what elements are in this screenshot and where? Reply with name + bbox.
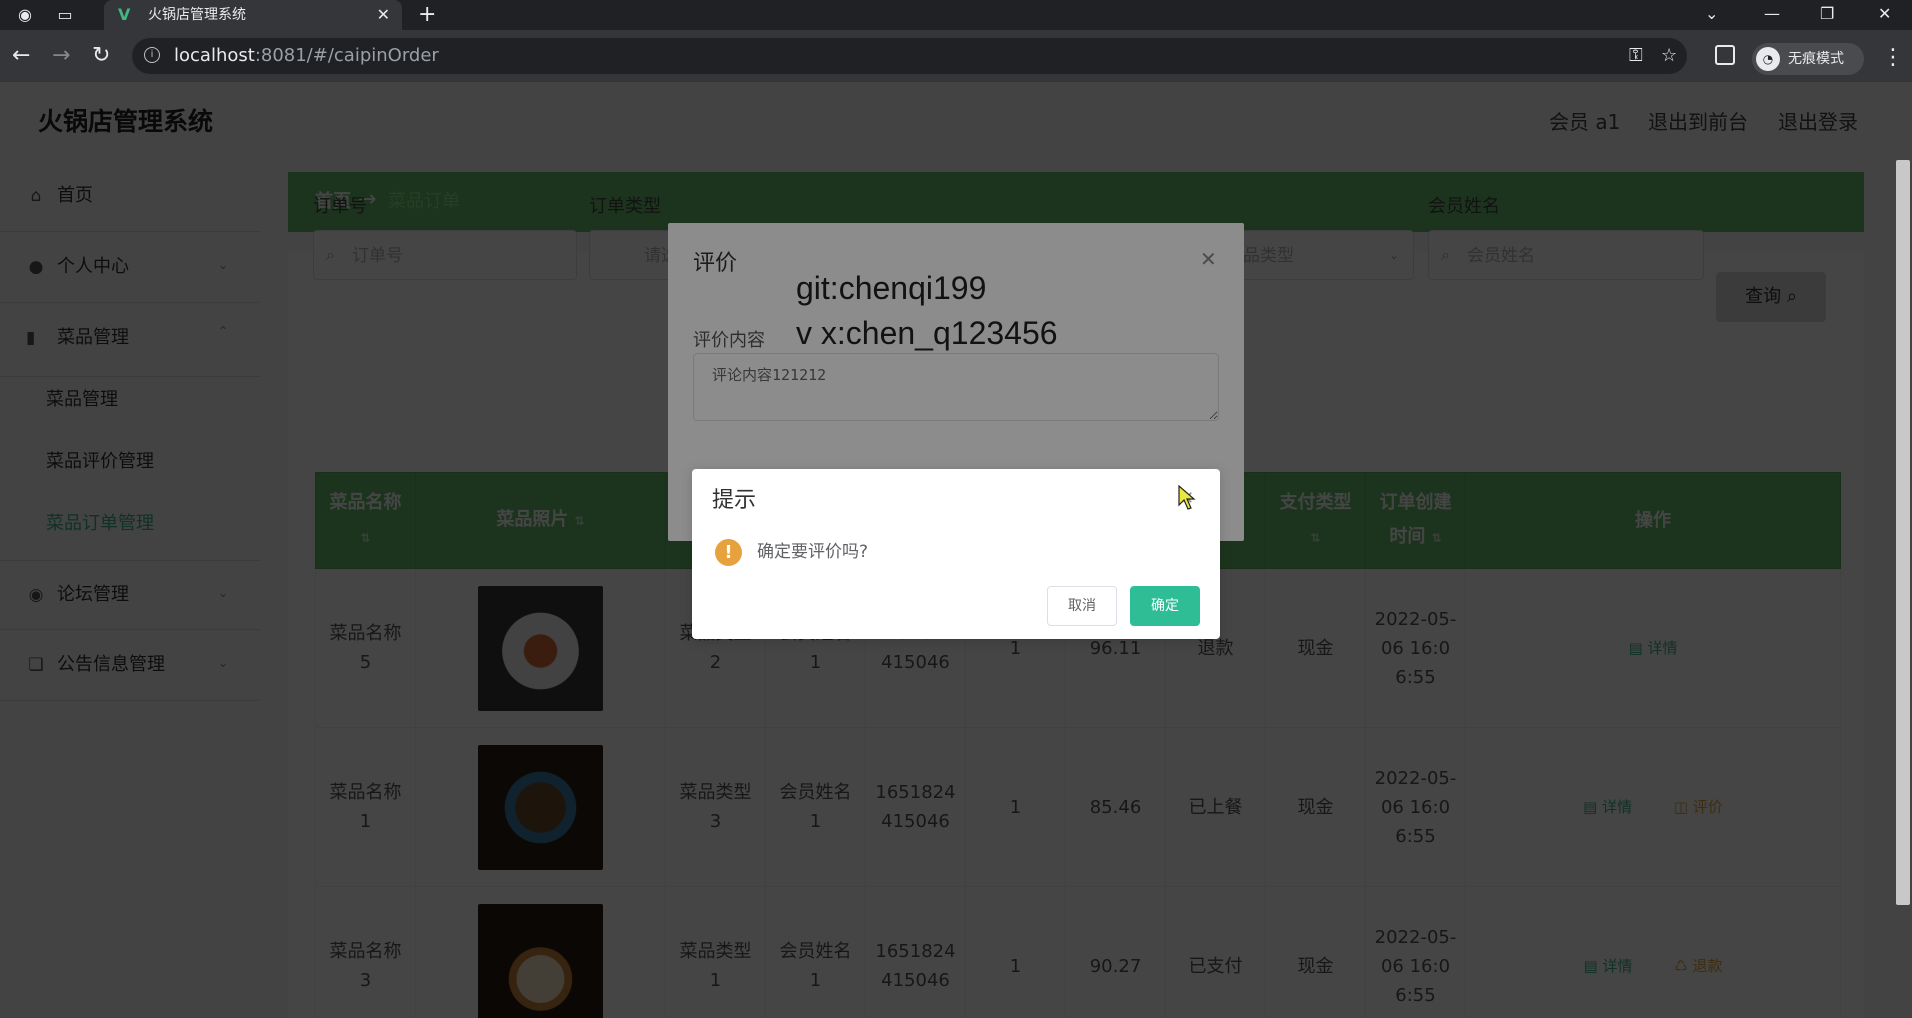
tab-list-icon[interactable]: ⌄ xyxy=(1705,4,1718,24)
address-bar[interactable]: i localhost:8081/#/caipinOrder ⚿ ☆ xyxy=(132,38,1687,74)
confirm-message-box: 提示 ✕ ! 确定要评价吗? 取消 确定 xyxy=(692,469,1220,639)
tab-title: 火锅店管理系统 xyxy=(148,7,246,23)
new-tab-icon[interactable]: + xyxy=(418,3,436,27)
info-icon[interactable]: i xyxy=(144,47,160,63)
incognito-badge[interactable]: ◔ 无痕模式 xyxy=(1752,43,1864,75)
vue-logo-icon: V xyxy=(118,5,131,24)
back-icon[interactable]: ← xyxy=(12,43,30,69)
restore-icon[interactable]: ❐ xyxy=(1820,4,1834,24)
reload-icon[interactable]: ↻ xyxy=(92,43,110,69)
message-box-text: 确定要评价吗? xyxy=(757,542,869,562)
message-box-title: 提示 xyxy=(712,488,757,513)
incognito-icon: ◔ xyxy=(1756,47,1780,71)
extension-icon[interactable] xyxy=(1715,45,1735,65)
star-icon[interactable]: ☆ xyxy=(1661,45,1677,67)
menu-icon[interactable]: ⋮ xyxy=(1882,46,1904,70)
minimize-icon[interactable]: — xyxy=(1764,4,1780,24)
cancel-button[interactable]: 取消 xyxy=(1047,586,1117,626)
browser-tab[interactable]: V 火锅店管理系统 ✕ xyxy=(104,0,402,30)
tab-search-icon[interactable]: ◉ xyxy=(14,4,36,26)
forward-icon[interactable]: → xyxy=(52,43,70,69)
url-text[interactable]: localhost:8081/#/caipinOrder xyxy=(174,46,439,66)
warning-icon: ! xyxy=(715,539,742,566)
key-icon[interactable]: ⚿ xyxy=(1629,45,1643,67)
mouse-cursor-icon xyxy=(1178,485,1196,510)
window-icon[interactable]: ▭ xyxy=(54,4,76,26)
confirm-button[interactable]: 确定 xyxy=(1130,586,1200,626)
browser-tab-strip: ◉ ▭ V 火锅店管理系统 ✕ + ⌄ — ❐ ✕ xyxy=(0,0,1912,30)
browser-toolbar: ← → ↻ i localhost:8081/#/caipinOrder ⚿ ☆ xyxy=(0,30,1912,82)
close-window-icon[interactable]: ✕ xyxy=(1878,4,1891,24)
tab-close-icon[interactable]: ✕ xyxy=(377,5,390,25)
page-scrollbar[interactable] xyxy=(1896,160,1910,905)
incognito-label: 无痕模式 xyxy=(1788,51,1844,67)
